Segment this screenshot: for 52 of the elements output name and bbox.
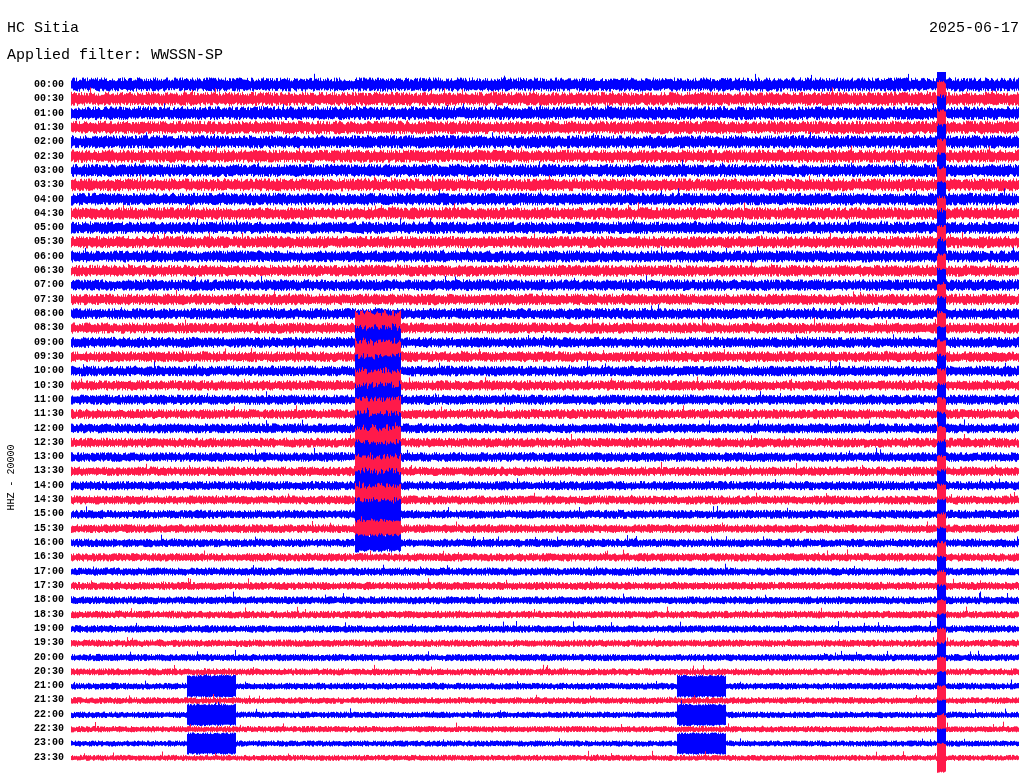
time-label: 10:30	[34, 378, 64, 393]
time-label: 02:00	[34, 135, 64, 150]
time-label: 06:00	[34, 249, 64, 264]
time-label: 17:30	[34, 578, 64, 593]
time-label: 23:30	[34, 750, 64, 765]
time-label: 02:30	[34, 149, 64, 164]
time-label: 15:30	[34, 521, 64, 536]
time-label: 18:30	[34, 607, 64, 622]
time-label: 03:30	[34, 178, 64, 193]
time-label: 17:00	[34, 564, 64, 579]
time-label: 10:00	[34, 364, 64, 379]
time-label: 15:00	[34, 507, 64, 522]
time-label: 19:00	[34, 621, 64, 636]
time-label: 11:00	[34, 392, 64, 407]
time-label: 21:00	[34, 679, 64, 694]
time-label: 20:00	[34, 650, 64, 665]
time-label: 22:00	[34, 707, 64, 722]
filter-label: Applied filter: WWSSN-SP	[7, 47, 224, 64]
time-label: 12:00	[34, 421, 64, 436]
time-label: 14:00	[34, 478, 64, 493]
time-label: 09:00	[34, 335, 64, 350]
time-label: 16:00	[34, 536, 64, 550]
time-label: 12:30	[34, 435, 64, 450]
time-label: 05:30	[34, 235, 64, 250]
time-label: 08:00	[34, 307, 64, 321]
time-label: 03:00	[34, 163, 64, 178]
time-label: 18:00	[34, 593, 64, 608]
time-label: 19:30	[34, 636, 64, 651]
time-label: 00:00	[34, 78, 64, 92]
axis-label: HHZ - 20000	[5, 443, 17, 513]
time-label: 13:30	[34, 464, 64, 479]
time-label: 07:00	[34, 278, 64, 293]
time-label: 11:30	[34, 407, 64, 422]
time-label: 00:30	[34, 92, 64, 107]
time-label: 20:30	[34, 664, 64, 679]
time-label: 04:30	[34, 206, 64, 221]
time-label: 16:30	[34, 550, 64, 565]
time-label: 01:30	[34, 120, 64, 135]
time-label: 22:30	[34, 722, 64, 737]
time-label: 21:30	[34, 693, 64, 708]
time-label: 04:00	[34, 192, 64, 207]
date-label: 2025-06-17	[929, 20, 1019, 37]
time-label: 06:30	[34, 264, 64, 279]
time-label: 23:00	[34, 736, 64, 751]
time-label: 01:00	[34, 106, 64, 121]
time-label: 14:30	[34, 493, 64, 508]
time-label: 09:30	[34, 349, 64, 364]
time-label: 08:30	[34, 321, 64, 336]
station-name: HC Sitia	[7, 20, 79, 37]
time-label: 13:00	[34, 450, 64, 465]
time-label: 07:30	[34, 292, 64, 307]
time-label: 05:00	[34, 221, 64, 236]
